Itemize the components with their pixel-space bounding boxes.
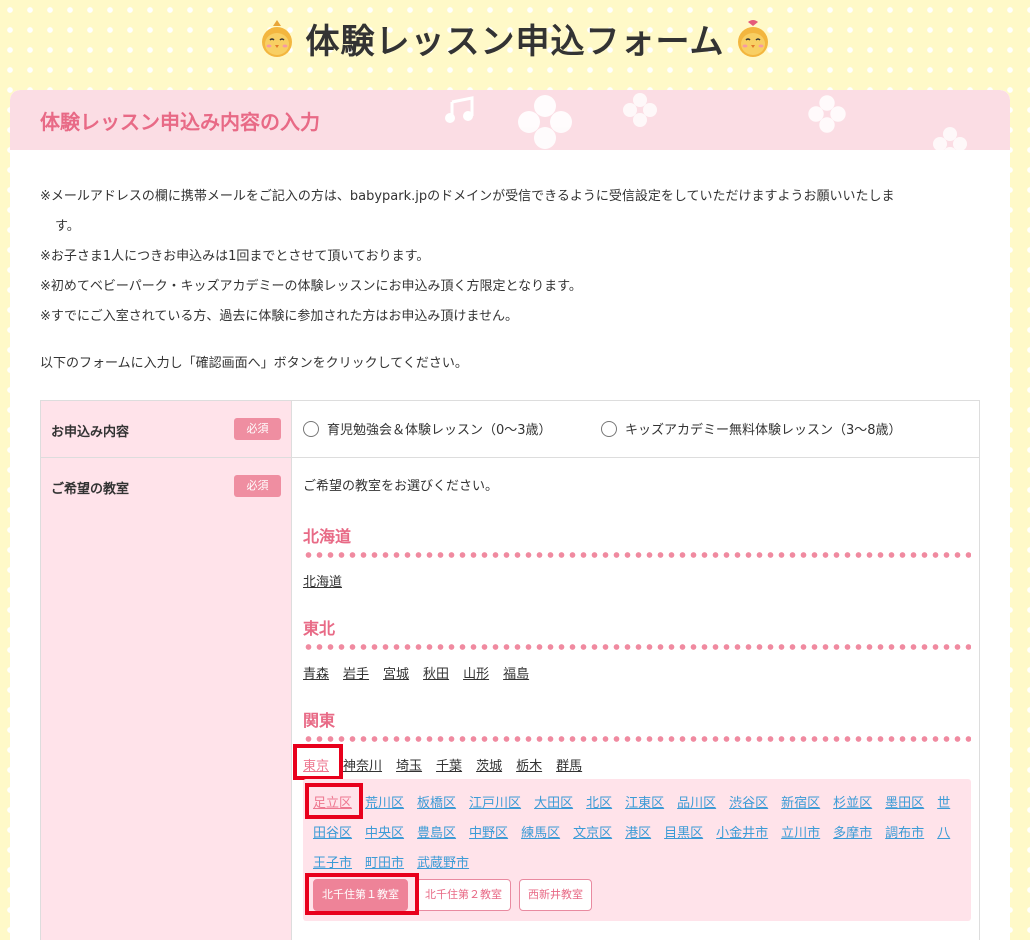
- dotted-divider: [303, 551, 971, 559]
- dotted-divider: [303, 643, 971, 651]
- ward-link[interactable]: 渋谷区: [729, 796, 768, 811]
- prefecture-link[interactable]: 栃木: [516, 755, 542, 774]
- radio-label: 育児勉強会＆体験レッスン（0〜3歳）: [327, 423, 552, 438]
- ward-link[interactable]: 新宿区: [781, 796, 820, 811]
- region-title-hokkaido: 北海道: [303, 527, 352, 546]
- form-table: お申込み内容 必須 育児勉強会＆体験レッスン（0〜3歳） キッズアカデミー無料体…: [40, 400, 980, 940]
- ward-link[interactable]: 江東区: [625, 796, 664, 811]
- ward-link[interactable]: 墨田区: [885, 796, 924, 811]
- ward-link[interactable]: 杉並区: [833, 796, 872, 811]
- ward-link-selected[interactable]: 足立区: [313, 796, 352, 811]
- clover-icon: [623, 93, 657, 127]
- dotted-divider: [303, 735, 971, 743]
- prefecture-link[interactable]: 山形: [463, 663, 489, 682]
- prefecture-link[interactable]: 千葉: [436, 755, 462, 774]
- prefecture-link[interactable]: 茨城: [476, 755, 502, 774]
- radio-button[interactable]: [303, 420, 319, 437]
- ward-link[interactable]: 練馬区: [521, 826, 560, 841]
- clover-icon: [933, 127, 967, 150]
- form-card: 体験レッスン申込み内容の入力 ※メールアドレスの欄に携帯メールをご記入の方は、b…: [10, 90, 1010, 940]
- application-label: お申込み内容: [51, 425, 130, 440]
- page-header: 体験レッスン申込フォーム: [0, 8, 1030, 68]
- prefecture-link[interactable]: 群馬: [556, 755, 582, 774]
- prefecture-link[interactable]: 秋田: [423, 663, 449, 682]
- section-header: 体験レッスン申込み内容の入力: [10, 90, 1010, 150]
- region-title-tohoku: 東北: [303, 619, 336, 638]
- radio-label: キッズアカデミー無料体験レッスン（3〜8歳）: [625, 423, 902, 438]
- chick-mascot-icon: [738, 20, 769, 57]
- notice-item: ※お子さま1人につきお申込みは1回までとさせて頂いております。: [40, 249, 430, 264]
- ward-panel: 足立区 荒川区 板橋区 江戸川区 大田区 北区 江東区 品川区 渋谷区 新宿区 杉並区 墨田区 世田谷区…: [303, 779, 971, 921]
- application-label-cell: お申込み内容 必須: [41, 401, 292, 457]
- ward-list: 足立区 荒川区 板橋区 江戸川区 大田区 北区 江東区 品川区 渋谷区 新宿区 杉並区 墨田区 世田谷区…: [313, 789, 953, 879]
- ward-link[interactable]: 目黒区: [664, 826, 703, 841]
- prefecture-link[interactable]: 福島: [503, 663, 529, 682]
- ward-link[interactable]: 多摩市: [833, 826, 872, 841]
- prefecture-link-selected[interactable]: 東京: [303, 755, 329, 774]
- chick-mascot-icon: [261, 20, 292, 57]
- prefecture-list-tohoku: 青森 岩手 宮城 秋田 山形 福島: [303, 663, 529, 682]
- prefecture-link[interactable]: 青森: [303, 663, 329, 682]
- ward-link[interactable]: 調布市: [885, 826, 924, 841]
- radio-button[interactable]: [601, 420, 617, 437]
- branch-list: 北千住第１教室 北千住第２教室 西新井教室: [313, 879, 592, 911]
- required-badge: 必須: [234, 418, 281, 440]
- clover-icon: [518, 95, 572, 149]
- prefecture-link[interactable]: 埼玉: [396, 755, 422, 774]
- prefecture-link[interactable]: 北海道: [303, 571, 342, 590]
- ward-link[interactable]: 荒川区: [365, 796, 404, 811]
- ward-link[interactable]: 板橋区: [417, 796, 456, 811]
- notice-item: ※メールアドレスの欄に携帯メールをご記入の方は、babypark.jpのドメイン…: [40, 189, 895, 204]
- ward-link[interactable]: 町田市: [365, 856, 404, 871]
- branch-button[interactable]: 北千住第２教室: [416, 879, 511, 911]
- prefecture-list-kanto: 東京 神奈川 埼玉 千葉 茨城 栃木 群馬: [303, 755, 582, 774]
- radio-option-baby[interactable]: 育児勉強会＆体験レッスン（0〜3歳）: [303, 419, 552, 438]
- prefecture-link[interactable]: 岩手: [343, 663, 369, 682]
- required-badge: 必須: [234, 475, 281, 497]
- ward-link[interactable]: 中央区: [365, 826, 404, 841]
- ward-link[interactable]: 大田区: [534, 796, 573, 811]
- ward-link[interactable]: 立川市: [781, 826, 820, 841]
- classroom-label: ご希望の教室: [51, 482, 130, 497]
- ward-link[interactable]: 港区: [625, 826, 651, 841]
- ward-link[interactable]: 文京区: [573, 826, 612, 841]
- ward-link[interactable]: 小金井市: [716, 826, 768, 841]
- ward-link[interactable]: 中野区: [469, 826, 508, 841]
- radio-option-kids[interactable]: キッズアカデミー無料体験レッスン（3〜8歳）: [601, 419, 902, 438]
- ward-link[interactable]: 武蔵野市: [417, 856, 469, 871]
- region-title-kanto: 関東: [303, 711, 336, 730]
- notice-item: ※すでにご入室されている方、過去に体験に参加された方はお申込み頂けません。: [40, 309, 518, 324]
- prefecture-link[interactable]: 宮城: [383, 663, 409, 682]
- ward-link[interactable]: 北区: [586, 796, 612, 811]
- branch-button[interactable]: 西新井教室: [519, 879, 592, 911]
- prefecture-link[interactable]: 神奈川: [343, 755, 382, 774]
- ward-link[interactable]: 江戸川区: [469, 796, 521, 811]
- classroom-label-cell: ご希望の教室 必須: [41, 458, 292, 940]
- music-note-icon: [445, 96, 474, 123]
- branch-button-selected[interactable]: 北千住第１教室: [313, 879, 408, 911]
- clover-icon: [808, 95, 846, 133]
- ward-link[interactable]: 品川区: [677, 796, 716, 811]
- ward-link[interactable]: 豊島区: [417, 826, 456, 841]
- classroom-prompt: ご希望の教室をお選びください。: [303, 479, 499, 494]
- form-instruction: 以下のフォームに入力し「確認画面へ」ボタンをクリックしてください。: [40, 356, 468, 371]
- notice-item: す。: [55, 219, 80, 234]
- notice-item: ※初めてベビーパーク・キッズアカデミーの体験レッスンにお申込み頂く方限定となりま…: [40, 279, 582, 294]
- notice-list: ※メールアドレスの欄に携帯メールをご記入の方は、babypark.jpのドメイン…: [40, 182, 980, 332]
- section-title: 体験レッスン申込み内容の入力: [40, 110, 320, 134]
- prefecture-list-hokkaido: 北海道: [303, 571, 342, 590]
- page-title: 体験レッスン申込フォーム: [305, 21, 725, 62]
